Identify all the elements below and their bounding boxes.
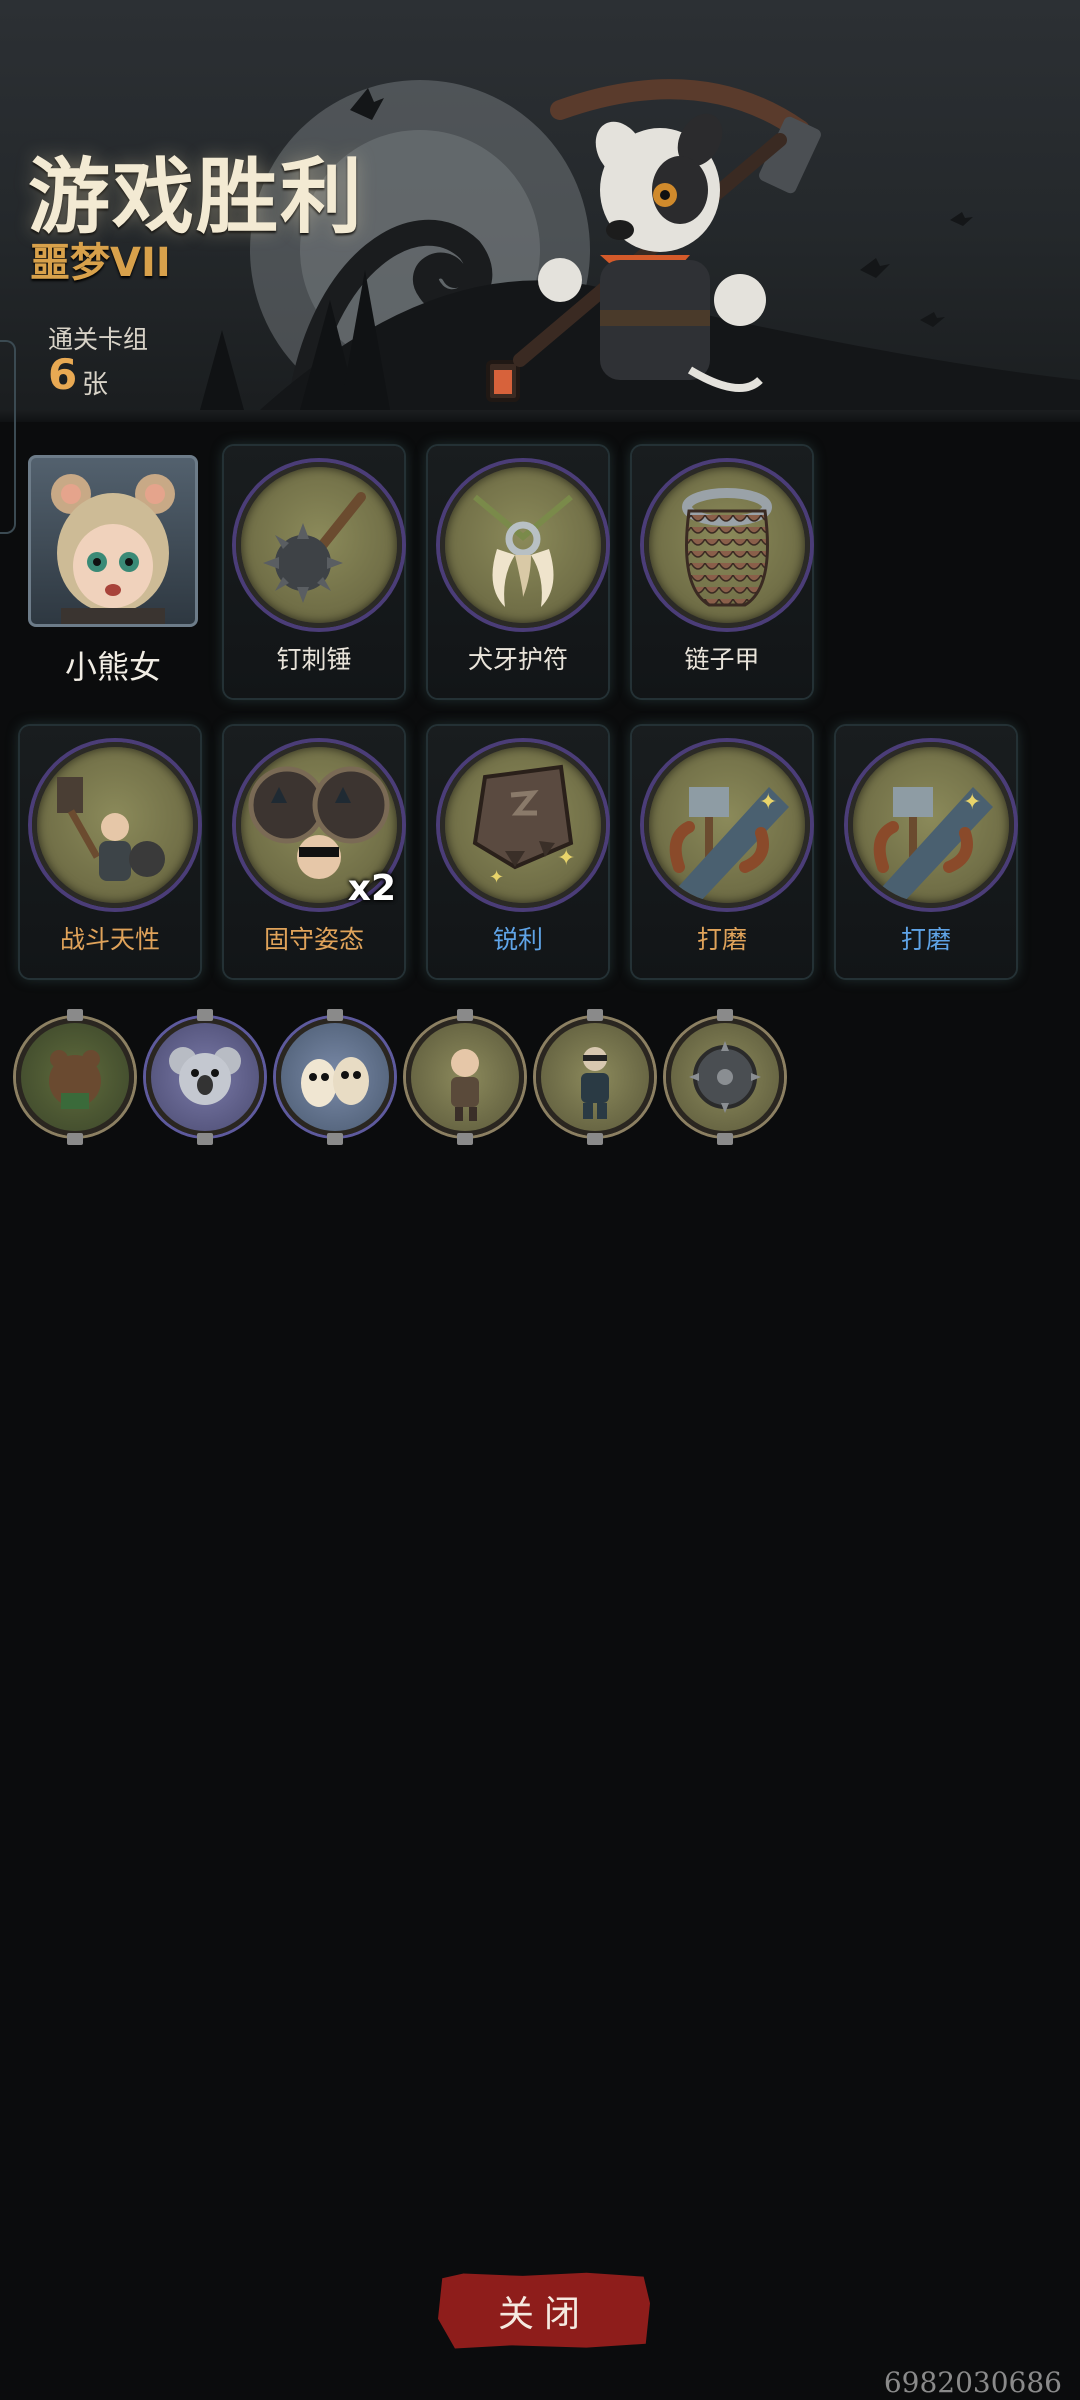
forest-bear-relic-icon: [49, 1050, 101, 1109]
hero-name: 小熊女: [64, 648, 161, 686]
card-label: 战斗天性: [59, 925, 160, 954]
relic-warrior-girl[interactable]: [406, 1009, 524, 1145]
svg-text:✦: ✦: [557, 846, 575, 871]
relic-forest-bear[interactable]: [16, 1009, 134, 1145]
fang-amulet-icon: [473, 494, 573, 607]
card-label: 链子甲: [684, 645, 760, 674]
card-label: 钉刺锤: [276, 645, 352, 674]
close-button[interactable]: 关闭: [438, 2272, 650, 2349]
card-label: 打磨: [900, 925, 951, 954]
banner-divider: [0, 410, 1080, 422]
side-tab-handle[interactable]: [0, 340, 16, 534]
card-sharp[interactable]: ✦ ✦ 锐利: [428, 726, 608, 978]
relic-koala[interactable]: [146, 1009, 264, 1145]
ninja-relic-icon: [581, 1047, 609, 1119]
svg-text:✦: ✦: [963, 790, 981, 815]
card-fang-amulet[interactable]: 犬牙护符: [428, 446, 608, 698]
deck-count: 6: [48, 350, 78, 399]
koala-relic-icon: [169, 1047, 241, 1105]
relic-ninja[interactable]: [536, 1009, 654, 1145]
svg-text:✦: ✦: [759, 790, 777, 815]
sharp-icon: ✦ ✦: [472, 764, 575, 888]
battle-instinct-icon: [57, 777, 165, 881]
card-spiked-mace[interactable]: 钉刺锤: [224, 446, 404, 698]
svg-text:✦: ✦: [489, 867, 504, 888]
card-battle-instinct[interactable]: 战斗天性: [20, 726, 200, 978]
grind-icon: ✦: [669, 787, 789, 903]
card-label: 锐利: [492, 925, 543, 954]
card-grind-1[interactable]: ✦ 打磨: [632, 726, 812, 978]
victory-banner: 游戏胜利 噩梦VII 通关卡组 6 张: [0, 0, 1080, 420]
hero-portrait[interactable]: [28, 455, 198, 627]
bear-girl-portrait-icon: [51, 474, 175, 624]
card-label: 打磨: [696, 925, 747, 954]
grind-icon: ✦: [873, 787, 993, 903]
relic-owls[interactable]: [276, 1009, 394, 1145]
warrior-girl-relic-icon: [451, 1049, 479, 1121]
deck-unit: 张: [82, 370, 109, 400]
owls-relic-icon: [301, 1057, 369, 1107]
card-chainmail[interactable]: 链子甲: [632, 446, 812, 698]
card-grind-2[interactable]: ✦ 打磨: [836, 726, 1016, 978]
spiked-mace-icon: [263, 492, 366, 603]
spiked-shield-relic-icon: [689, 1041, 761, 1113]
difficulty-label: 噩梦VII: [30, 240, 171, 286]
card-label: 犬牙护符: [467, 645, 568, 674]
card-defensive-stance[interactable]: x2 固守姿态: [224, 726, 404, 978]
card-label: 固守姿态: [263, 925, 364, 954]
relic-spiked-shield[interactable]: [666, 1009, 784, 1145]
chainmail-icon: [682, 488, 772, 607]
watermark-id: 6982030686: [883, 2366, 1062, 2399]
card-count-badge: x2: [347, 868, 396, 909]
